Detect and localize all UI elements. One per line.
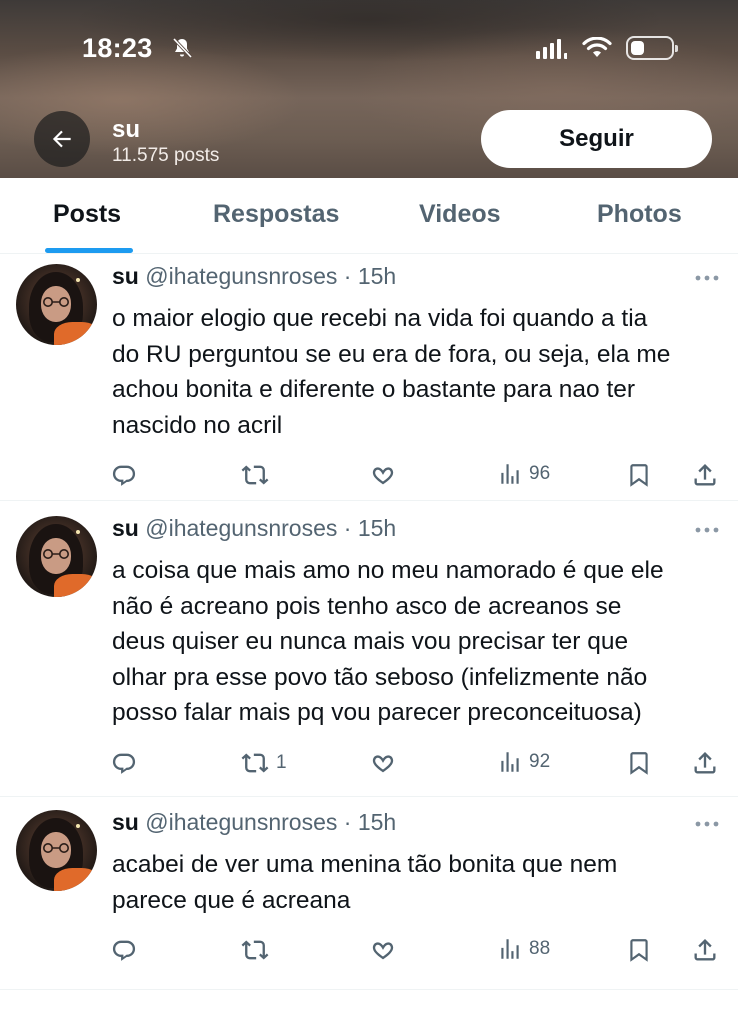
author-name[interactable]: su — [112, 809, 139, 835]
share-icon — [691, 749, 719, 777]
share-icon — [691, 461, 719, 489]
share-button[interactable] — [691, 461, 719, 489]
author-handle[interactable]: @ihategunsnroses — [145, 263, 337, 289]
reply-icon — [110, 461, 138, 489]
follow-button[interactable]: Seguir — [481, 110, 712, 168]
bookmark-button[interactable] — [626, 749, 652, 777]
post-item[interactable]: su @ihategunsnroses · 15h a coisa que mai… — [0, 506, 738, 789]
heart-icon — [369, 936, 397, 964]
profile-name: su — [112, 116, 141, 143]
bell-off-icon — [172, 37, 193, 59]
arrow-left-icon — [52, 130, 71, 148]
more-options-icon[interactable] — [694, 274, 720, 282]
bookmark-icon — [626, 749, 652, 777]
views-icon — [497, 936, 523, 962]
author-handle[interactable]: @ihategunsnroses — [145, 809, 337, 835]
share-button[interactable] — [691, 936, 719, 964]
like-button[interactable] — [369, 461, 397, 489]
views-button[interactable]: 92 — [497, 749, 550, 775]
views-icon — [497, 749, 523, 775]
post-time: · 15h — [343, 515, 397, 541]
views-count: 88 — [529, 938, 551, 959]
repost-button[interactable] — [240, 461, 276, 489]
status-time: 18:23 — [82, 33, 153, 63]
active-tab-indicator — [45, 248, 133, 253]
reply-icon — [110, 749, 138, 777]
signal-icon — [536, 37, 568, 59]
tab-respostas[interactable]: Respostas — [213, 200, 339, 229]
more-options-icon[interactable] — [694, 820, 720, 828]
post-divider — [0, 989, 738, 990]
share-icon — [691, 936, 719, 964]
post-text: o maior elogio que recebi na vida foi qu… — [112, 305, 671, 439]
post-time: · 15h — [343, 263, 397, 289]
post-text: acabei de ver uma menina tão bonita que … — [112, 851, 618, 914]
profile-posts-count: 11.575 posts — [112, 145, 220, 166]
views-button[interactable]: 96 — [497, 461, 550, 487]
back-button[interactable] — [34, 111, 90, 167]
profile-tabs: Posts Respostas Videos Photos — [0, 178, 738, 254]
post-text: a coisa que mais amo no meu namorado é q… — [112, 557, 664, 726]
more-options-icon[interactable] — [694, 526, 720, 534]
like-button[interactable] — [369, 749, 397, 777]
repost-icon — [240, 461, 270, 489]
post-actions: 1 92 — [0, 749, 738, 779]
post-divider — [0, 500, 738, 501]
author-handle[interactable]: @ihategunsnroses — [145, 515, 337, 541]
reply-button[interactable] — [110, 749, 138, 777]
views-button[interactable]: 88 — [497, 936, 550, 962]
wifi-icon — [582, 37, 612, 57]
post-actions: 88 — [0, 936, 738, 966]
author-name[interactable]: su — [112, 263, 139, 289]
post-header: su @ihategunsnroses · 15h — [112, 515, 396, 542]
reply-icon — [110, 936, 138, 964]
tab-videos[interactable]: Videos — [419, 200, 501, 229]
repost-icon — [240, 749, 270, 777]
tab-photos[interactable]: Photos — [597, 200, 682, 229]
repost-count: 1 — [276, 751, 287, 773]
post-item[interactable]: su @ihategunsnroses · 15h o maior elogio … — [0, 254, 738, 501]
share-button[interactable] — [691, 749, 719, 777]
avatar[interactable] — [16, 264, 97, 345]
views-count: 92 — [529, 750, 551, 772]
repost-icon — [240, 936, 270, 964]
tab-posts[interactable]: Posts — [53, 200, 121, 229]
post-item[interactable]: su @ihategunsnroses · 15h acabei de ver u… — [0, 800, 738, 976]
avatar[interactable] — [16, 516, 97, 597]
like-button[interactable] — [369, 936, 397, 964]
heart-icon — [369, 749, 397, 777]
post-header: su @ihategunsnroses · 15h — [112, 263, 396, 290]
avatar[interactable] — [16, 810, 97, 891]
post-time: · 15h — [343, 809, 397, 835]
author-name[interactable]: su — [112, 515, 139, 541]
bookmark-button[interactable] — [626, 936, 652, 964]
repost-button[interactable] — [240, 936, 276, 964]
profile-header: 18:23 su 11.575 posts Seguir — [0, 0, 738, 178]
heart-icon — [369, 461, 397, 489]
post-header: su @ihategunsnroses · 15h — [112, 809, 396, 836]
post-divider — [0, 796, 738, 797]
reply-button[interactable] — [110, 936, 138, 964]
bookmark-button[interactable] — [626, 461, 652, 489]
views-icon — [497, 461, 523, 487]
views-count: 96 — [529, 463, 551, 484]
repost-button[interactable]: 1 — [240, 749, 287, 777]
post-actions: 96 — [0, 461, 738, 491]
bookmark-icon — [626, 461, 652, 489]
battery-icon — [626, 36, 678, 60]
reply-button[interactable] — [110, 461, 138, 489]
bookmark-icon — [626, 936, 652, 964]
